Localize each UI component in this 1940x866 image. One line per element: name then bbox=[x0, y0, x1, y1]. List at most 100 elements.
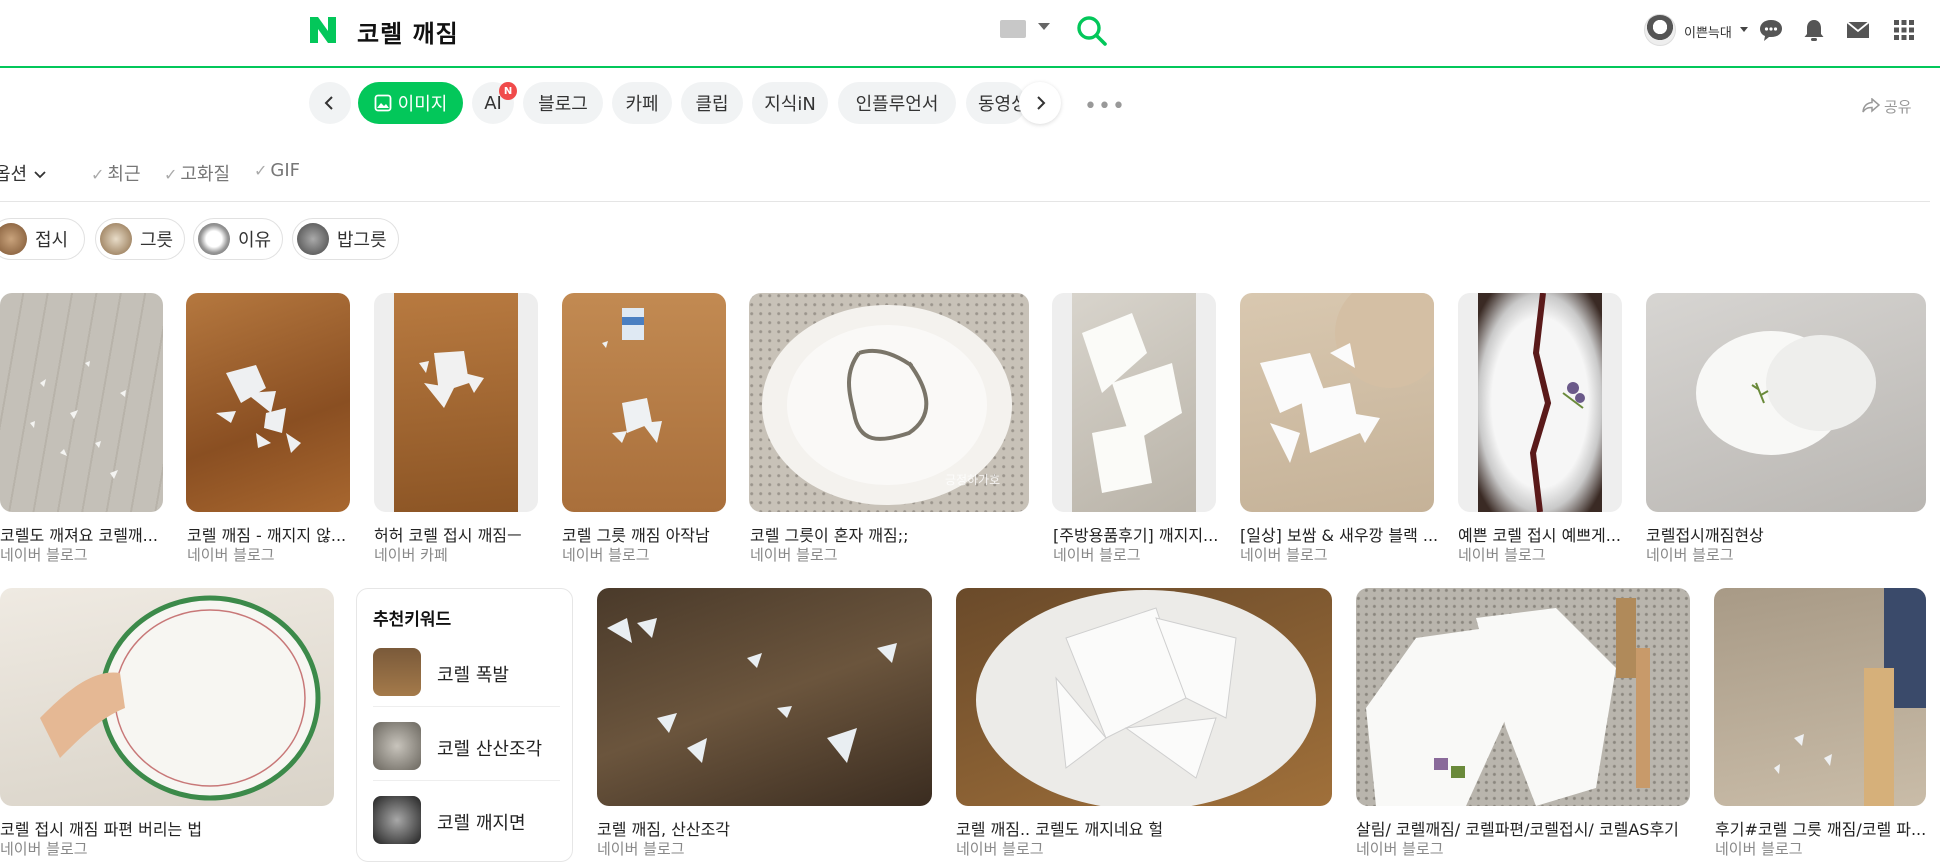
recommended-label: 코렐 폭발 bbox=[437, 665, 509, 686]
card-title[interactable]: 살림/ 코렐깨짐/ 코렐파편/코렐접시/ 코렐AS후기 bbox=[1356, 816, 1679, 840]
tabs-prev-button[interactable] bbox=[309, 82, 351, 124]
card-title[interactable]: [일상] 보쌈 & 새우깡 블랙 ... bbox=[1240, 522, 1438, 546]
chevron-right-icon bbox=[1037, 96, 1046, 110]
more-icon[interactable]: ••• bbox=[1084, 94, 1126, 119]
card-title[interactable]: 코렐 그릇이 혼자 깨짐;; bbox=[750, 522, 909, 546]
result-thumbnail[interactable] bbox=[186, 293, 350, 512]
result-thumbnail[interactable] bbox=[956, 588, 1332, 806]
shards-overlay bbox=[1260, 293, 1434, 463]
result-thumbnail[interactable] bbox=[562, 293, 726, 512]
card-title[interactable]: 예쁜 코렐 접시 예쁘게... bbox=[1458, 522, 1621, 546]
tab-kin[interactable]: 지식iN bbox=[752, 82, 828, 124]
filter-label: 고화질 bbox=[180, 164, 231, 185]
share-icon[interactable] bbox=[1862, 98, 1880, 114]
keyword-chip-bowl[interactable]: 그릇 bbox=[95, 218, 185, 260]
shards-overlay bbox=[30, 361, 126, 479]
chip-label: 접시 bbox=[35, 230, 69, 251]
chevron-down-icon[interactable] bbox=[1038, 23, 1050, 30]
keyboard-icon[interactable] bbox=[1000, 20, 1026, 38]
options-bar: 옵션 ✓ 최근 ✓ 고화질 ✓ GIF bbox=[0, 158, 1930, 202]
tabs-next-button[interactable] bbox=[1019, 82, 1061, 124]
card-source: 네이버 카페 bbox=[374, 546, 448, 564]
options-label: 옵션 bbox=[0, 164, 28, 185]
card-title[interactable]: 코렐도 깨져요 코렐깨... bbox=[0, 522, 158, 546]
check-icon: ✓ bbox=[254, 161, 268, 180]
card-title[interactable]: [주방용품후기] 깨지지... bbox=[1053, 522, 1218, 546]
naver-logo[interactable] bbox=[308, 15, 338, 45]
search-query-text[interactable]: 코렐 깨짐 bbox=[357, 14, 459, 49]
keyword-chip-rice-bowl[interactable]: 밥그릇 bbox=[292, 218, 399, 260]
username-label[interactable]: 이쁜늑대 bbox=[1684, 22, 1732, 41]
chip-thumbnail bbox=[198, 223, 230, 255]
card-title[interactable]: 코렐 깨짐.. 코렐도 깨지네요 헐 bbox=[956, 816, 1163, 840]
result-thumbnail[interactable] bbox=[1356, 588, 1690, 806]
chip-label: 밥그릇 bbox=[337, 230, 387, 251]
share-button[interactable]: 공유 bbox=[1884, 96, 1912, 117]
card-source: 네이버 블로그 bbox=[562, 546, 650, 564]
chip-thumbnail bbox=[100, 223, 132, 255]
scene-overlay bbox=[602, 308, 662, 443]
tab-label: 블로그 bbox=[538, 94, 588, 115]
filter-label: GIF bbox=[270, 160, 301, 181]
card-source: 네이버 블로그 bbox=[1240, 546, 1328, 564]
tab-image[interactable]: 이미지 bbox=[358, 82, 463, 124]
card-source: 네이버 블로그 bbox=[187, 546, 275, 564]
recommended-keywords-panel: 추천키워드 코렐 폭발 코렐 산산조각 코렐 깨지면 bbox=[356, 588, 573, 862]
recommended-item[interactable]: 코렐 폭발 bbox=[373, 633, 560, 707]
result-thumbnail[interactable] bbox=[0, 293, 163, 512]
chat-icon[interactable] bbox=[1758, 17, 1784, 43]
shards-overlay bbox=[419, 351, 484, 408]
result-thumbnail[interactable] bbox=[374, 293, 538, 512]
tab-cafe[interactable]: 카페 bbox=[612, 82, 672, 124]
avatar[interactable] bbox=[1644, 14, 1676, 46]
filter-recent[interactable]: ✓ 최근 bbox=[91, 160, 141, 186]
tab-blog[interactable]: 블로그 bbox=[523, 82, 603, 124]
tab-influencer[interactable]: 인플루언서 bbox=[838, 82, 956, 124]
tab-label: 지식iN bbox=[764, 94, 816, 115]
scene-overlay bbox=[1774, 588, 1926, 806]
card-source: 네이버 블로그 bbox=[1646, 546, 1734, 564]
recommended-item[interactable]: 코렐 깨지면 bbox=[373, 781, 560, 855]
tab-label: AI bbox=[484, 92, 502, 114]
chip-label: 그릇 bbox=[140, 230, 174, 251]
result-thumbnail[interactable] bbox=[1646, 293, 1926, 512]
search-icon[interactable] bbox=[1075, 14, 1109, 48]
tab-video[interactable]: 동영상 bbox=[966, 82, 1026, 124]
keyword-chip-plate[interactable]: 접시 bbox=[0, 218, 85, 260]
result-thumbnail[interactable] bbox=[1240, 293, 1434, 512]
caret-down-icon[interactable] bbox=[1740, 27, 1748, 32]
result-thumbnail[interactable] bbox=[1458, 293, 1622, 512]
bowl-overlay bbox=[1696, 331, 1876, 455]
filter-gif[interactable]: ✓ GIF bbox=[254, 160, 300, 181]
card-title[interactable]: 코렐 깨짐 - 깨지지 않... bbox=[187, 522, 346, 546]
mail-icon[interactable] bbox=[1845, 17, 1871, 43]
shards-overlay bbox=[607, 618, 897, 763]
chip-label: 이유 bbox=[238, 230, 272, 251]
filter-label: 최근 bbox=[107, 164, 141, 185]
card-title[interactable]: 후기#코렐 그릇 깨짐/코렐 파... bbox=[1715, 816, 1926, 840]
card-source: 네이버 블로그 bbox=[0, 546, 88, 564]
watermark: 긍정하가호 bbox=[945, 473, 1001, 487]
result-thumbnail[interactable] bbox=[597, 588, 932, 806]
chip-thumbnail bbox=[0, 223, 27, 255]
check-icon: ✓ bbox=[164, 165, 178, 184]
filter-hd[interactable]: ✓ 고화질 bbox=[164, 160, 230, 186]
card-title[interactable]: 허허 코렐 접시 깨짐ㅡ bbox=[374, 522, 522, 546]
app-grid-icon[interactable] bbox=[1891, 17, 1917, 43]
card-title[interactable]: 코렐 그릇 깨짐 아작남 bbox=[562, 522, 710, 546]
options-menu-button[interactable]: 옵션 bbox=[0, 160, 47, 186]
card-title[interactable]: 코렐접시깨짐현상 bbox=[1646, 522, 1764, 546]
check-icon: ✓ bbox=[91, 165, 105, 184]
result-thumbnail[interactable] bbox=[1714, 588, 1926, 806]
tab-clip[interactable]: 클립 bbox=[681, 82, 743, 124]
tab-label: 카페 bbox=[625, 94, 659, 115]
result-thumbnail[interactable]: 긍정하가호 bbox=[749, 293, 1029, 512]
tab-label: 클립 bbox=[695, 94, 729, 115]
result-thumbnail[interactable] bbox=[0, 588, 334, 806]
card-title[interactable]: 코렐 접시 깨짐 파편 버리는 법 bbox=[0, 816, 202, 840]
card-title[interactable]: 코렐 깨짐, 산산조각 bbox=[597, 816, 730, 840]
recommended-item[interactable]: 코렐 산산조각 bbox=[373, 707, 560, 781]
bell-icon[interactable] bbox=[1801, 17, 1827, 43]
result-thumbnail[interactable] bbox=[1052, 293, 1216, 512]
keyword-chip-reason[interactable]: 이유 bbox=[193, 218, 283, 260]
